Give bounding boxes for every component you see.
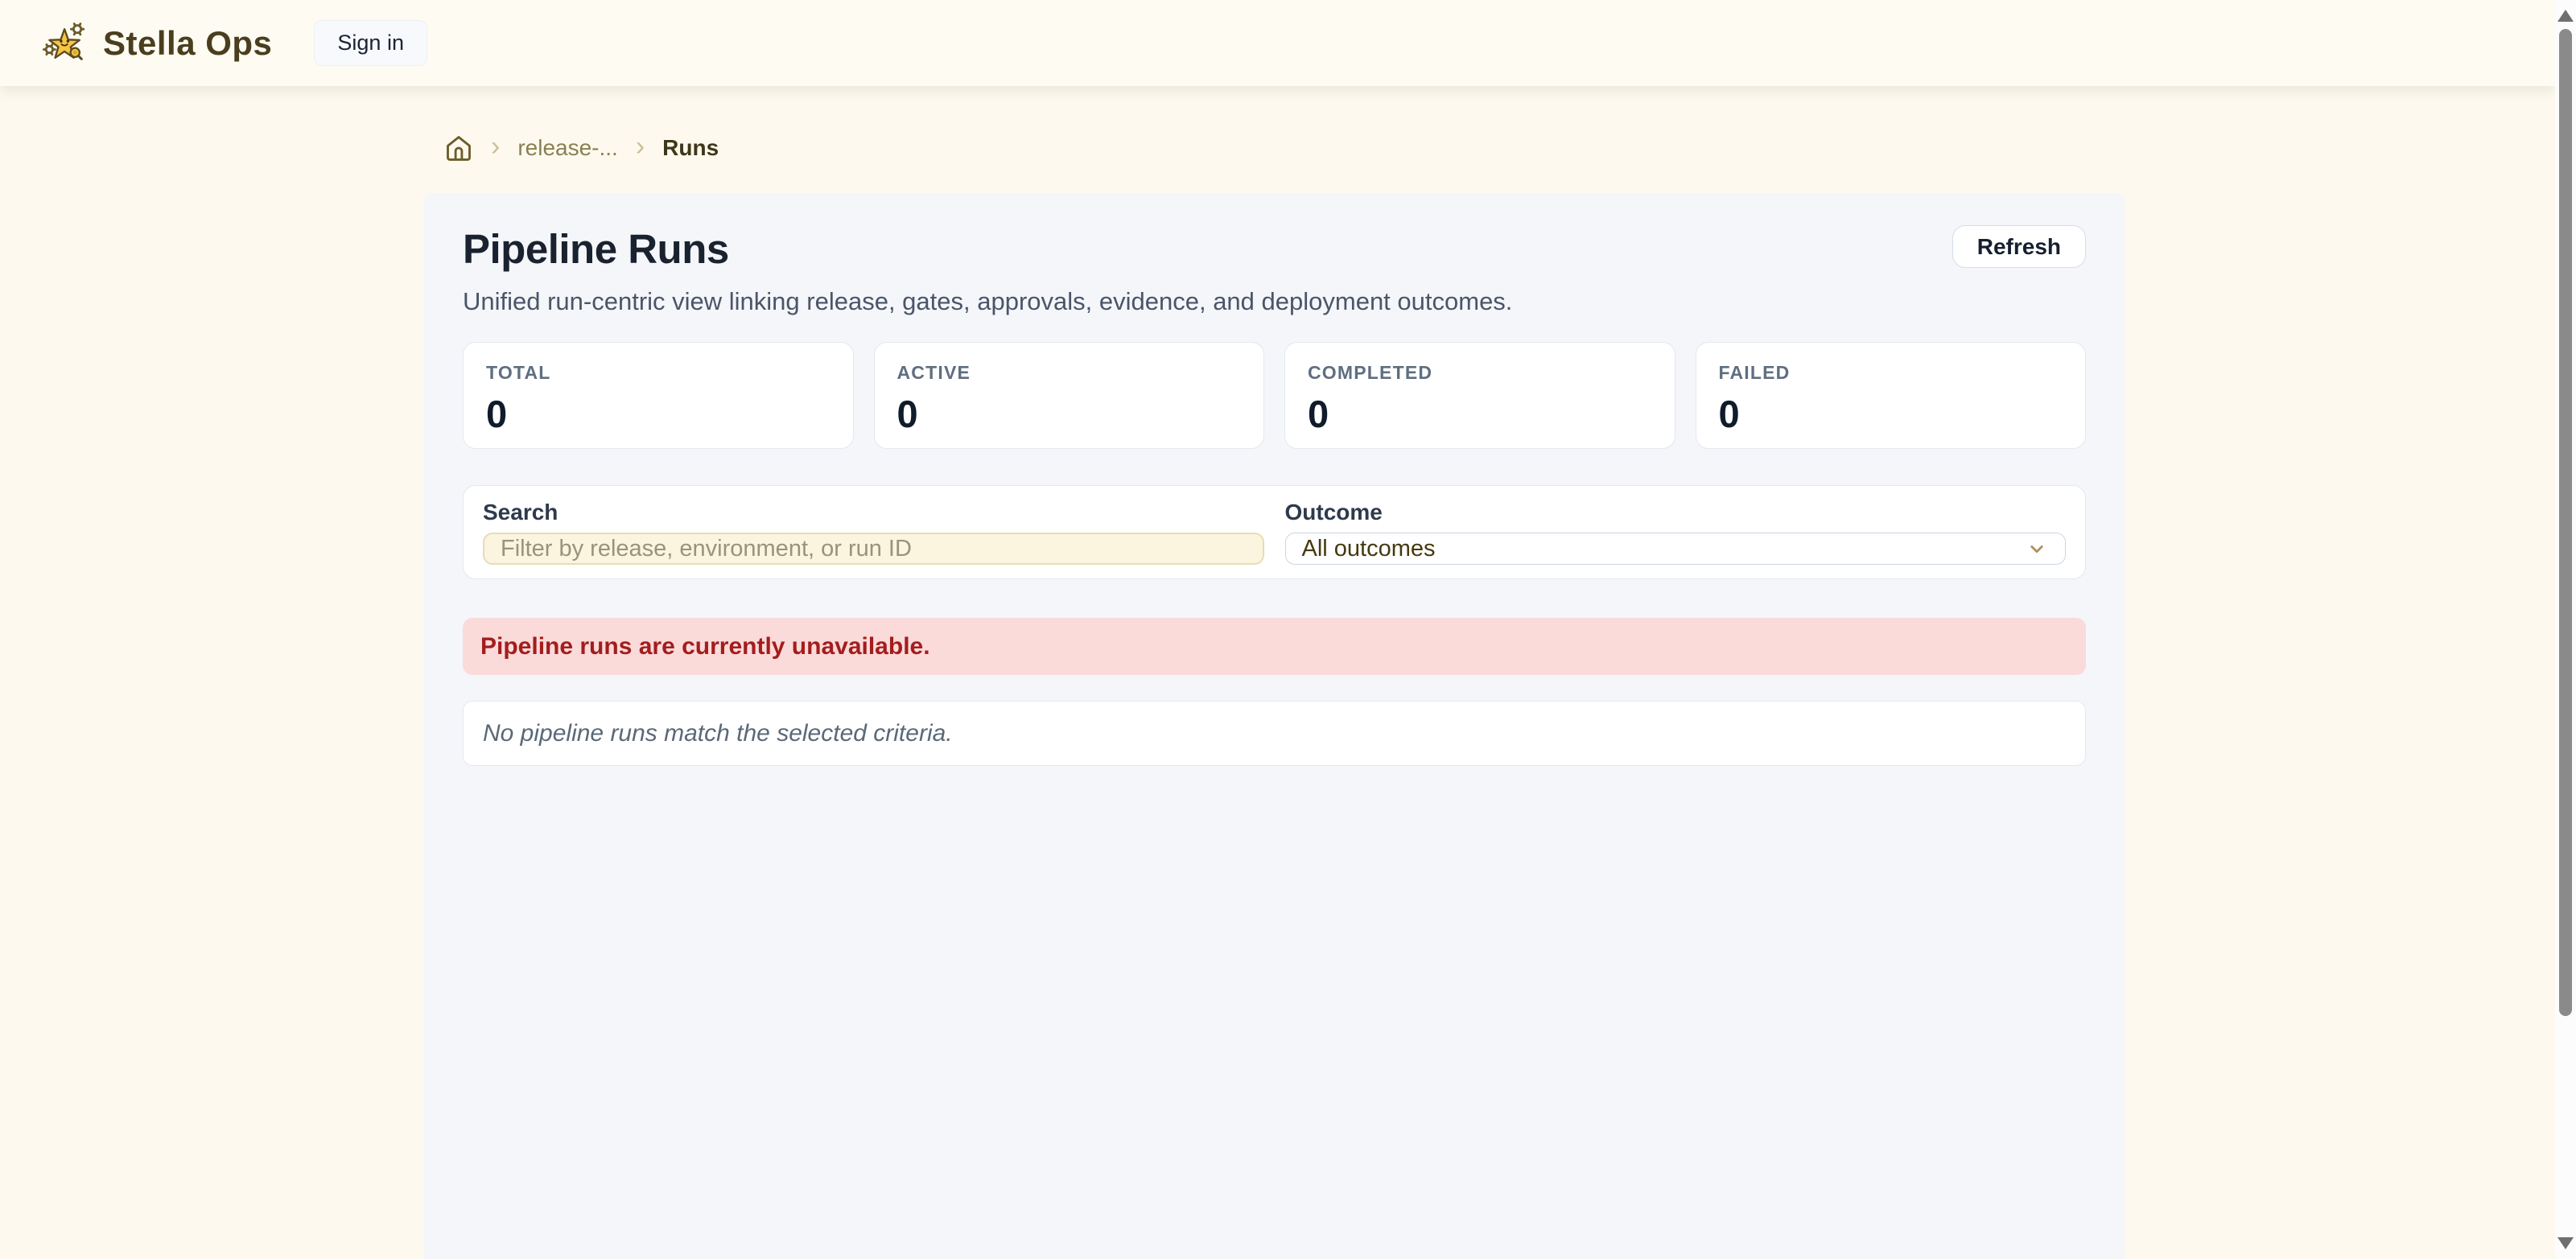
arrow-down-icon[interactable] (2557, 1237, 2574, 1249)
stat-card-completed: COMPLETED 0 (1284, 342, 1675, 449)
page-title: Pipeline Runs (463, 225, 1512, 273)
outcome-selected-value: All outcomes (1302, 536, 1436, 562)
page-subtitle: Unified run-centric view linking release… (463, 287, 1512, 316)
stat-label: TOTAL (486, 362, 831, 384)
title-row: Pipeline Runs Unified run-centric view l… (463, 225, 2086, 316)
stat-card-failed: FAILED 0 (1696, 342, 2087, 449)
stat-label: COMPLETED (1308, 362, 1652, 384)
error-message: Pipeline runs are currently unavailable. (480, 633, 930, 660)
outcome-label: Outcome (1285, 500, 2067, 525)
breadcrumb-separator: › (491, 133, 500, 163)
app-header: Stella Ops Sign in (0, 0, 2555, 86)
scrollbar-thumb[interactable] (2559, 29, 2572, 1016)
title-block: Pipeline Runs Unified run-centric view l… (463, 225, 1512, 316)
star-mascot-logo-icon (42, 19, 90, 68)
pipeline-runs-panel: Pipeline Runs Unified run-centric view l… (424, 193, 2125, 1259)
breadcrumb: › release-... › Runs (444, 133, 719, 163)
breadcrumb-release-link[interactable]: release-... (517, 135, 618, 161)
breadcrumb-runs-current: Runs (662, 135, 719, 161)
empty-state-message: No pipeline runs match the selected crit… (483, 720, 953, 747)
stat-card-active: ACTIVE 0 (874, 342, 1265, 449)
search-filter: Search (483, 500, 1264, 565)
arrow-up-icon[interactable] (2557, 10, 2574, 22)
app-title: Stella Ops (103, 24, 272, 63)
vertical-scrollbar[interactable] (2555, 0, 2576, 1259)
filters-card: Search Outcome All outcomes (463, 485, 2086, 579)
breadcrumb-separator: › (636, 133, 645, 163)
home-icon[interactable] (444, 134, 473, 163)
search-input[interactable] (483, 533, 1264, 565)
stat-value: 0 (1719, 392, 2063, 436)
empty-state-card: No pipeline runs match the selected crit… (463, 701, 2086, 766)
stat-value: 0 (486, 392, 831, 436)
error-banner: Pipeline runs are currently unavailable. (463, 618, 2086, 675)
search-label: Search (483, 500, 1264, 525)
stat-value: 0 (1308, 392, 1652, 436)
stat-value: 0 (897, 392, 1242, 436)
stat-label: FAILED (1719, 362, 2063, 384)
stat-label: ACTIVE (897, 362, 1242, 384)
refresh-button[interactable]: Refresh (1952, 225, 2086, 268)
stat-card-total: TOTAL 0 (463, 342, 854, 449)
sign-in-button[interactable]: Sign in (314, 20, 427, 66)
chevron-down-icon (2025, 537, 2049, 561)
stats-row: TOTAL 0 ACTIVE 0 COMPLETED 0 FAILED 0 (463, 342, 2086, 449)
outcome-select[interactable]: All outcomes (1285, 533, 2067, 565)
outcome-filter: Outcome All outcomes (1285, 500, 2067, 565)
